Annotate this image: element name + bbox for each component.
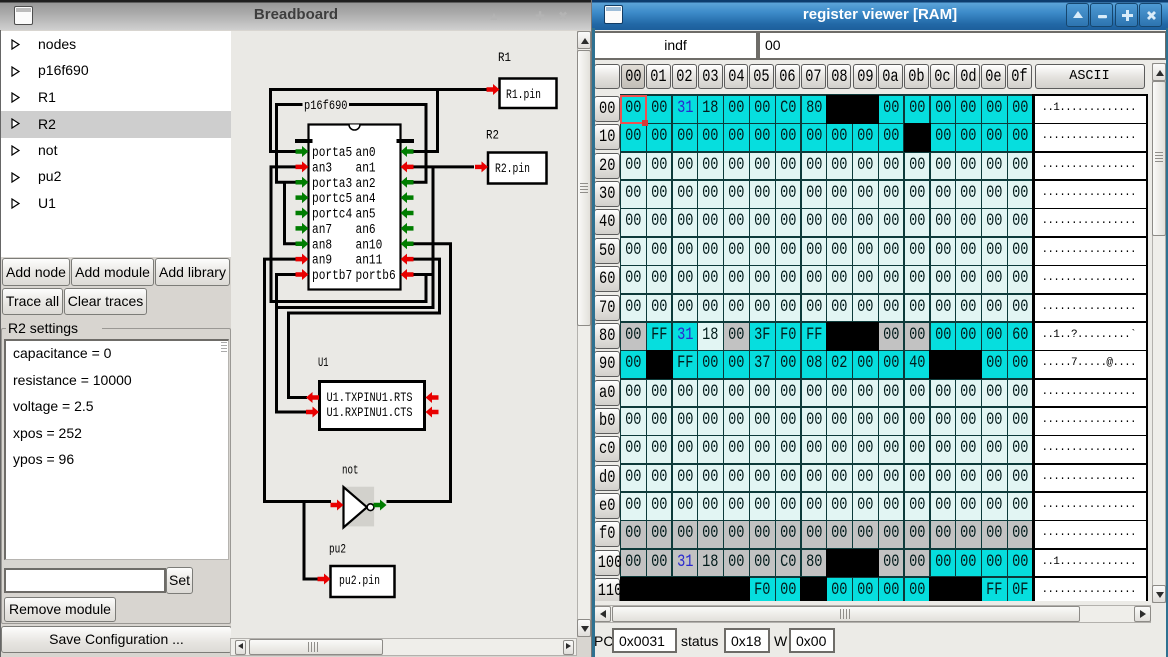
svg-text:an0: an0	[356, 146, 376, 161]
svg-text:portb7: portb7	[312, 269, 352, 284]
svg-text:an6: an6	[356, 223, 376, 238]
svg-text:portc5: portc5	[312, 192, 352, 207]
svg-text:an11: an11	[356, 254, 383, 269]
svg-text:R2: R2	[486, 128, 499, 143]
svg-text:an2: an2	[356, 177, 376, 192]
svg-text:an8: an8	[312, 238, 332, 253]
svg-text:R1: R1	[498, 50, 511, 65]
svg-text:p16f690: p16f690	[304, 98, 348, 113]
svg-text:U1.RXPINU1.CTS: U1.RXPINU1.CTS	[327, 406, 413, 420]
svg-text:pu2.pin: pu2.pin	[339, 574, 380, 588]
svg-text:an3: an3	[312, 161, 332, 176]
svg-text:an1: an1	[356, 161, 376, 176]
svg-text:portc4: portc4	[312, 208, 352, 223]
svg-text:an5: an5	[356, 208, 376, 223]
svg-text:an10: an10	[356, 238, 383, 253]
svg-text:not: not	[342, 462, 359, 477]
svg-text:pu2: pu2	[329, 541, 346, 556]
svg-text:R2.pin: R2.pin	[495, 162, 530, 176]
svg-text:U1: U1	[318, 355, 329, 370]
svg-text:R1.pin: R1.pin	[506, 88, 541, 102]
svg-text:U1.TXPINU1.RTS: U1.TXPINU1.RTS	[327, 391, 413, 405]
svg-text:an7: an7	[312, 223, 332, 238]
svg-text:porta3: porta3	[312, 177, 352, 192]
svg-text:porta5: porta5	[312, 146, 352, 161]
svg-text:an4: an4	[356, 192, 376, 207]
svg-text:an9: an9	[312, 254, 332, 269]
svg-text:portb6: portb6	[356, 269, 396, 284]
